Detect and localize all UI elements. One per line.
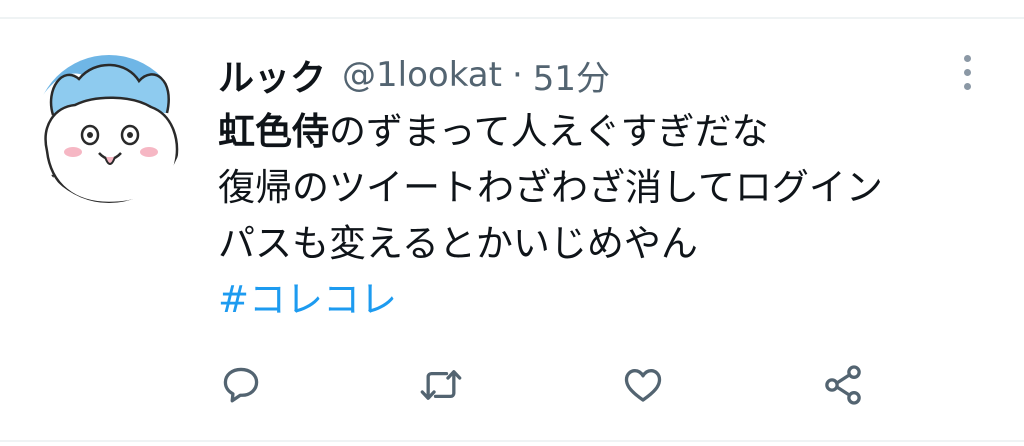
separator-dot: · xyxy=(511,55,523,95)
avatar[interactable] xyxy=(35,55,183,203)
tweet-line-3: パスも変えるとかいじめやん xyxy=(218,222,698,265)
tweet-line-1: 虹色侍のずまって人えぐすぎだな xyxy=(218,104,1008,160)
share-nodes-icon xyxy=(825,365,861,405)
reply-button[interactable] xyxy=(218,362,264,408)
timestamp[interactable]: 51分 xyxy=(533,51,610,100)
action-bar xyxy=(0,362,1024,408)
display-name[interactable]: ルック xyxy=(218,49,326,101)
share-button[interactable] xyxy=(820,362,866,408)
tweet-line-1-rest: のずまって人えぐすぎだな xyxy=(329,110,769,153)
bold-text: 虹色侍 xyxy=(218,110,329,153)
tweet-text: 虹色侍のずまって人えぐすぎだな 復帰のツイートわざわざ消してログイン パスも変え… xyxy=(218,104,1008,328)
retweet-arrows-icon xyxy=(420,370,462,400)
like-button[interactable] xyxy=(620,362,666,408)
more-dot xyxy=(963,82,971,90)
avatar-character-icon xyxy=(35,55,183,203)
hashtag-link[interactable]: #コレコレ xyxy=(218,272,1008,328)
user-handle[interactable]: @1lookat xyxy=(342,55,502,95)
bottom-divider xyxy=(0,440,1024,442)
heart-icon xyxy=(624,369,662,402)
more-options-icon[interactable] xyxy=(952,52,982,92)
retweet-button[interactable] xyxy=(418,362,464,408)
tweet-header: ルック @1lookat · 51分 xyxy=(218,50,610,100)
tweet-line-2: 復帰のツイートわざわざ消してログイン xyxy=(218,166,883,209)
speech-bubble-icon xyxy=(223,367,259,403)
more-dot xyxy=(963,68,971,76)
top-divider xyxy=(0,17,1024,19)
more-dot xyxy=(963,54,971,62)
